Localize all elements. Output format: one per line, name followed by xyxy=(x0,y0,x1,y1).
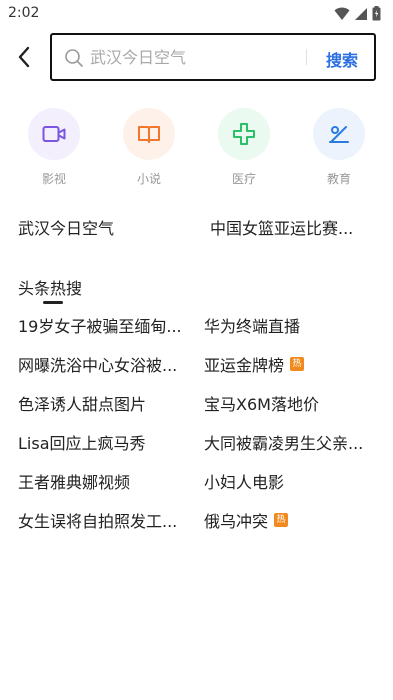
hot-search-text: 宝马X6M落地价 xyxy=(204,395,319,414)
status-time: 2:02 xyxy=(8,5,40,21)
hot-search-item[interactable]: 宝马X6M落地价 xyxy=(204,391,376,415)
education-icon xyxy=(329,126,349,143)
hot-search-item[interactable]: 华为终端直播 xyxy=(204,313,376,337)
search-box: 搜索 xyxy=(50,33,376,81)
category-novel[interactable]: 小说 xyxy=(114,108,184,187)
signal-icon xyxy=(355,7,367,20)
search-input[interactable] xyxy=(90,35,300,79)
hot-badge: 热 xyxy=(274,513,289,527)
hot-badge: 热 xyxy=(290,357,305,371)
search-row: 搜索 xyxy=(0,33,393,81)
battery-icon xyxy=(372,6,381,21)
hot-search-text: 亚运金牌榜 xyxy=(204,356,285,375)
category-education[interactable]: 教育 xyxy=(304,108,374,187)
wifi-icon xyxy=(334,7,350,20)
status-bar: 2:02 xyxy=(0,0,393,28)
category-medical[interactable]: 医疗 xyxy=(209,108,279,187)
category-video-circle xyxy=(28,108,80,160)
category-label: 教育 xyxy=(326,172,351,186)
hot-search-text: 色泽诱人甜点图片 xyxy=(18,395,147,414)
chevron-left-icon xyxy=(18,46,30,68)
hot-search-text: 19岁女子被骗至缅甸... xyxy=(18,317,182,336)
search-suggestions: 武汉今日空气 中国女篮亚运比赛... xyxy=(18,215,378,239)
search-button[interactable]: 搜索 xyxy=(326,47,358,71)
hot-search-item[interactable]: 大同被霸凌男生父亲... xyxy=(204,430,376,454)
hot-search-item[interactable]: 王者雅典娜视频 xyxy=(18,469,193,493)
hot-search-text: 王者雅典娜视频 xyxy=(18,473,131,492)
hot-search-text: 女生误将自拍照发工... xyxy=(18,512,178,531)
back-button[interactable] xyxy=(12,43,36,71)
suggestion-item[interactable]: 中国女篮亚运比赛... xyxy=(210,215,378,239)
category-label: 影视 xyxy=(41,172,66,186)
hot-search-underline xyxy=(43,301,63,304)
hot-search-text: Lisa回应上疯马秀 xyxy=(18,434,146,453)
search-icon xyxy=(65,49,83,67)
hot-search-item[interactable]: 19岁女子被骗至缅甸... xyxy=(18,313,193,337)
category-shortcuts: 影视 小说 医疗 教育 xyxy=(0,108,393,188)
medical-cross-icon xyxy=(233,123,255,145)
hot-search-item[interactable]: Lisa回应上疯马秀 xyxy=(18,430,193,454)
status-icons xyxy=(334,6,381,21)
suggestion-item[interactable]: 武汉今日空气 xyxy=(18,215,188,239)
hot-search-title: 头条热搜 xyxy=(18,279,83,298)
search-divider xyxy=(306,49,307,65)
category-label: 小说 xyxy=(136,172,161,186)
hot-search-text: 网曝洗浴中心女浴被... xyxy=(18,356,178,375)
category-education-circle xyxy=(313,108,365,160)
category-video[interactable]: 影视 xyxy=(19,108,89,187)
hot-search-text: 华为终端直播 xyxy=(204,317,301,336)
video-icon xyxy=(42,126,66,142)
hot-search-text: 俄乌冲突 xyxy=(204,512,269,531)
hot-search-item[interactable]: 网曝洗浴中心女浴被... xyxy=(18,352,193,376)
hot-search-item[interactable]: 亚运金牌榜 热 xyxy=(204,352,376,376)
hot-search-item[interactable]: 色泽诱人甜点图片 xyxy=(18,391,193,415)
hot-search-text: 大同被霸凌男生父亲... xyxy=(204,434,364,453)
hot-search-item[interactable]: 俄乌冲突 热 xyxy=(204,508,376,532)
book-icon xyxy=(138,126,160,143)
hot-search-item[interactable]: 小妇人电影 xyxy=(204,469,376,493)
hot-search-item[interactable]: 女生误将自拍照发工... xyxy=(18,508,193,532)
hot-search-text: 小妇人电影 xyxy=(204,473,285,492)
category-label: 医疗 xyxy=(231,172,256,186)
category-novel-circle xyxy=(123,108,175,160)
category-medical-circle xyxy=(218,108,270,160)
